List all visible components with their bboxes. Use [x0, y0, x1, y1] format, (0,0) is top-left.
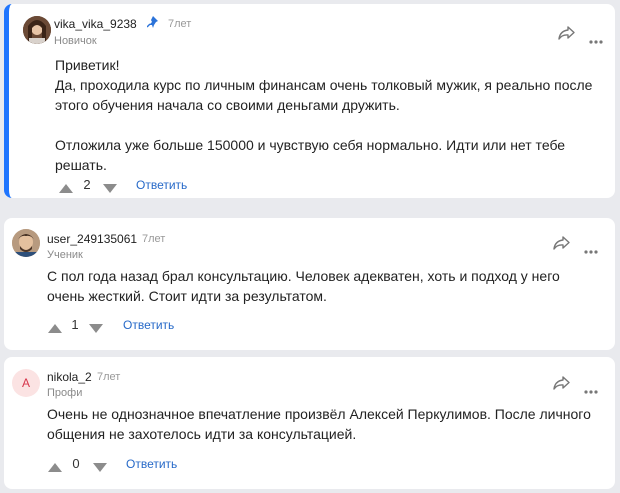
comment-card: user_249135061 7лет Ученик С пол года на…: [4, 218, 615, 350]
avatar-photo-icon: [23, 16, 51, 44]
pin-icon: [146, 16, 158, 31]
share-icon[interactable]: [553, 376, 570, 395]
comment-age: 7лет: [142, 233, 166, 245]
user-rank: Новичок: [54, 35, 97, 47]
avatar-photo-icon: [12, 229, 40, 257]
username[interactable]: vika_vika_9238: [54, 17, 137, 31]
comment-card: А nikola_2 7лет Профи Очень не однозначн…: [4, 357, 615, 489]
upvote-icon[interactable]: [59, 180, 73, 193]
downvote-icon[interactable]: [93, 459, 107, 472]
comment-paragraph: Приветик!: [55, 57, 120, 73]
more-options-icon[interactable]: [584, 381, 598, 399]
more-options-icon[interactable]: [584, 241, 598, 259]
comment-text: С пол года назад брал консультацию. Чело…: [47, 266, 597, 306]
reply-button[interactable]: Ответить: [123, 318, 174, 332]
comment-age: 7лет: [168, 18, 192, 30]
user-rank: Профи: [47, 387, 83, 399]
comment-paragraph: Очень не однозначное впечатление произвё…: [47, 406, 591, 442]
reply-button[interactable]: Ответить: [126, 457, 177, 471]
downvote-icon[interactable]: [103, 180, 117, 193]
comment-paragraph: Да, проходила курс по личным финансам оч…: [55, 77, 593, 113]
share-icon[interactable]: [558, 26, 575, 45]
username[interactable]: nikola_2: [47, 370, 92, 384]
avatar[interactable]: [12, 229, 40, 257]
avatar[interactable]: А: [12, 369, 40, 397]
share-icon[interactable]: [553, 236, 570, 255]
avatar-letter: А: [21, 376, 30, 390]
upvote-icon[interactable]: [48, 459, 62, 472]
comment-paragraph: Отложила уже больше 150000 и чувствую се…: [55, 137, 566, 173]
comment-age: 7лет: [97, 371, 121, 383]
reply-button[interactable]: Ответить: [136, 178, 187, 192]
comment-text: Очень не однозначное впечатление произвё…: [47, 404, 607, 444]
downvote-icon[interactable]: [89, 320, 103, 333]
vote-score: 2: [83, 177, 91, 192]
vote-score: 0: [72, 456, 80, 471]
comment-paragraph: С пол года назад брал консультацию. Чело…: [47, 268, 560, 304]
comment-card: vika_vika_9238 7лет Новичок Приветик! Да…: [4, 4, 615, 198]
upvote-icon[interactable]: [48, 320, 62, 333]
vote-score: 1: [71, 317, 79, 332]
avatar[interactable]: [23, 16, 51, 44]
more-options-icon[interactable]: [589, 31, 603, 49]
comment-text: Приветик! Да, проходила курс по личным ф…: [55, 55, 600, 175]
user-rank: Ученик: [47, 249, 83, 261]
username[interactable]: user_249135061: [47, 232, 137, 246]
